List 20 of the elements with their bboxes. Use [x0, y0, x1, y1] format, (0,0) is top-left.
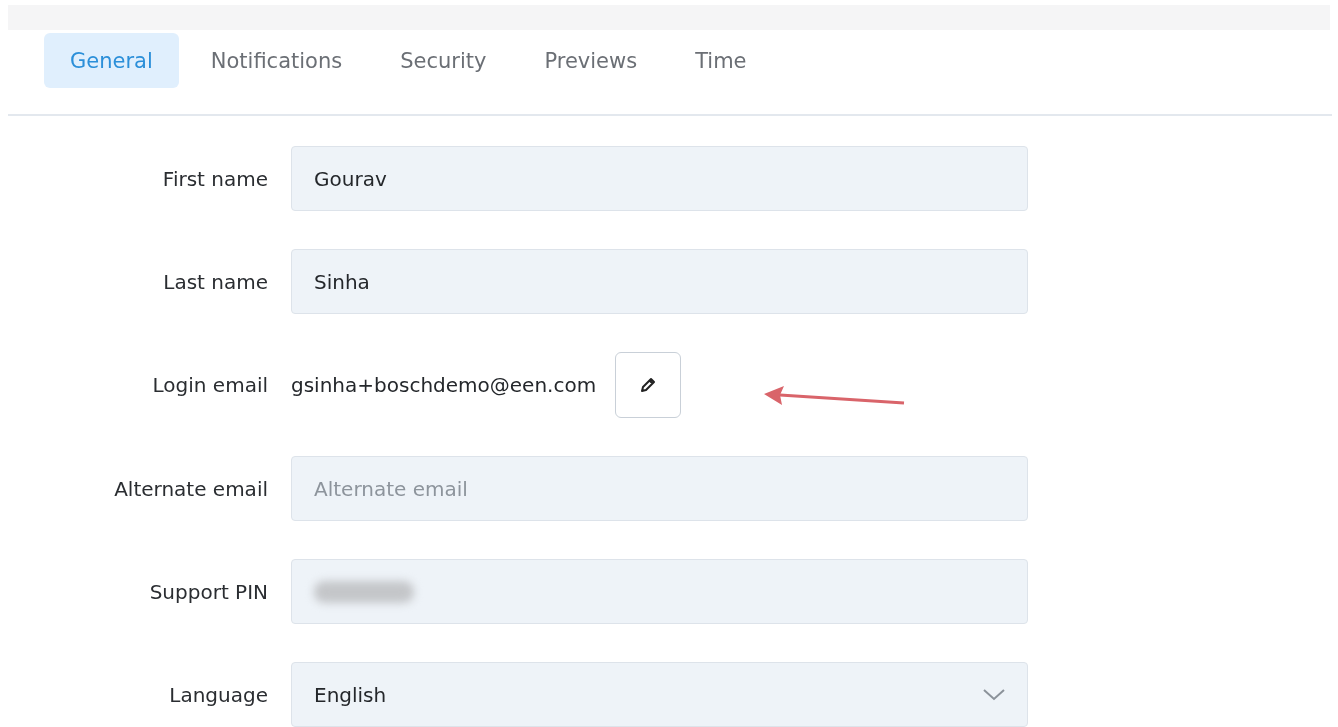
tab[interactable]: Previews [518, 33, 664, 88]
tab[interactable]: General [44, 33, 179, 88]
field-label: First name [161, 166, 269, 191]
edit-button[interactable] [615, 352, 682, 418]
field-label: Login email [151, 373, 269, 397]
language-select[interactable]: English [291, 662, 1028, 727]
login-email-text: gsinha+boschdemo@een.com [291, 373, 597, 397]
text-field[interactable]: Gourav [291, 146, 1028, 211]
tab[interactable]: Security [374, 33, 513, 88]
text-field[interactable]: Sinha [291, 249, 1028, 314]
tab[interactable]: Notifications [184, 33, 369, 88]
field-label: Last name [162, 269, 269, 294]
text-field[interactable]: Alternate email [291, 456, 1028, 521]
field-label: Alternate email [113, 476, 269, 501]
field-label: Support PIN [148, 579, 269, 604]
tab[interactable]: Time [669, 33, 773, 88]
pencil-icon [639, 376, 658, 394]
pin-field[interactable] [291, 559, 1028, 624]
chevron-down-icon [983, 688, 1005, 701]
field-label: Language [168, 682, 269, 707]
